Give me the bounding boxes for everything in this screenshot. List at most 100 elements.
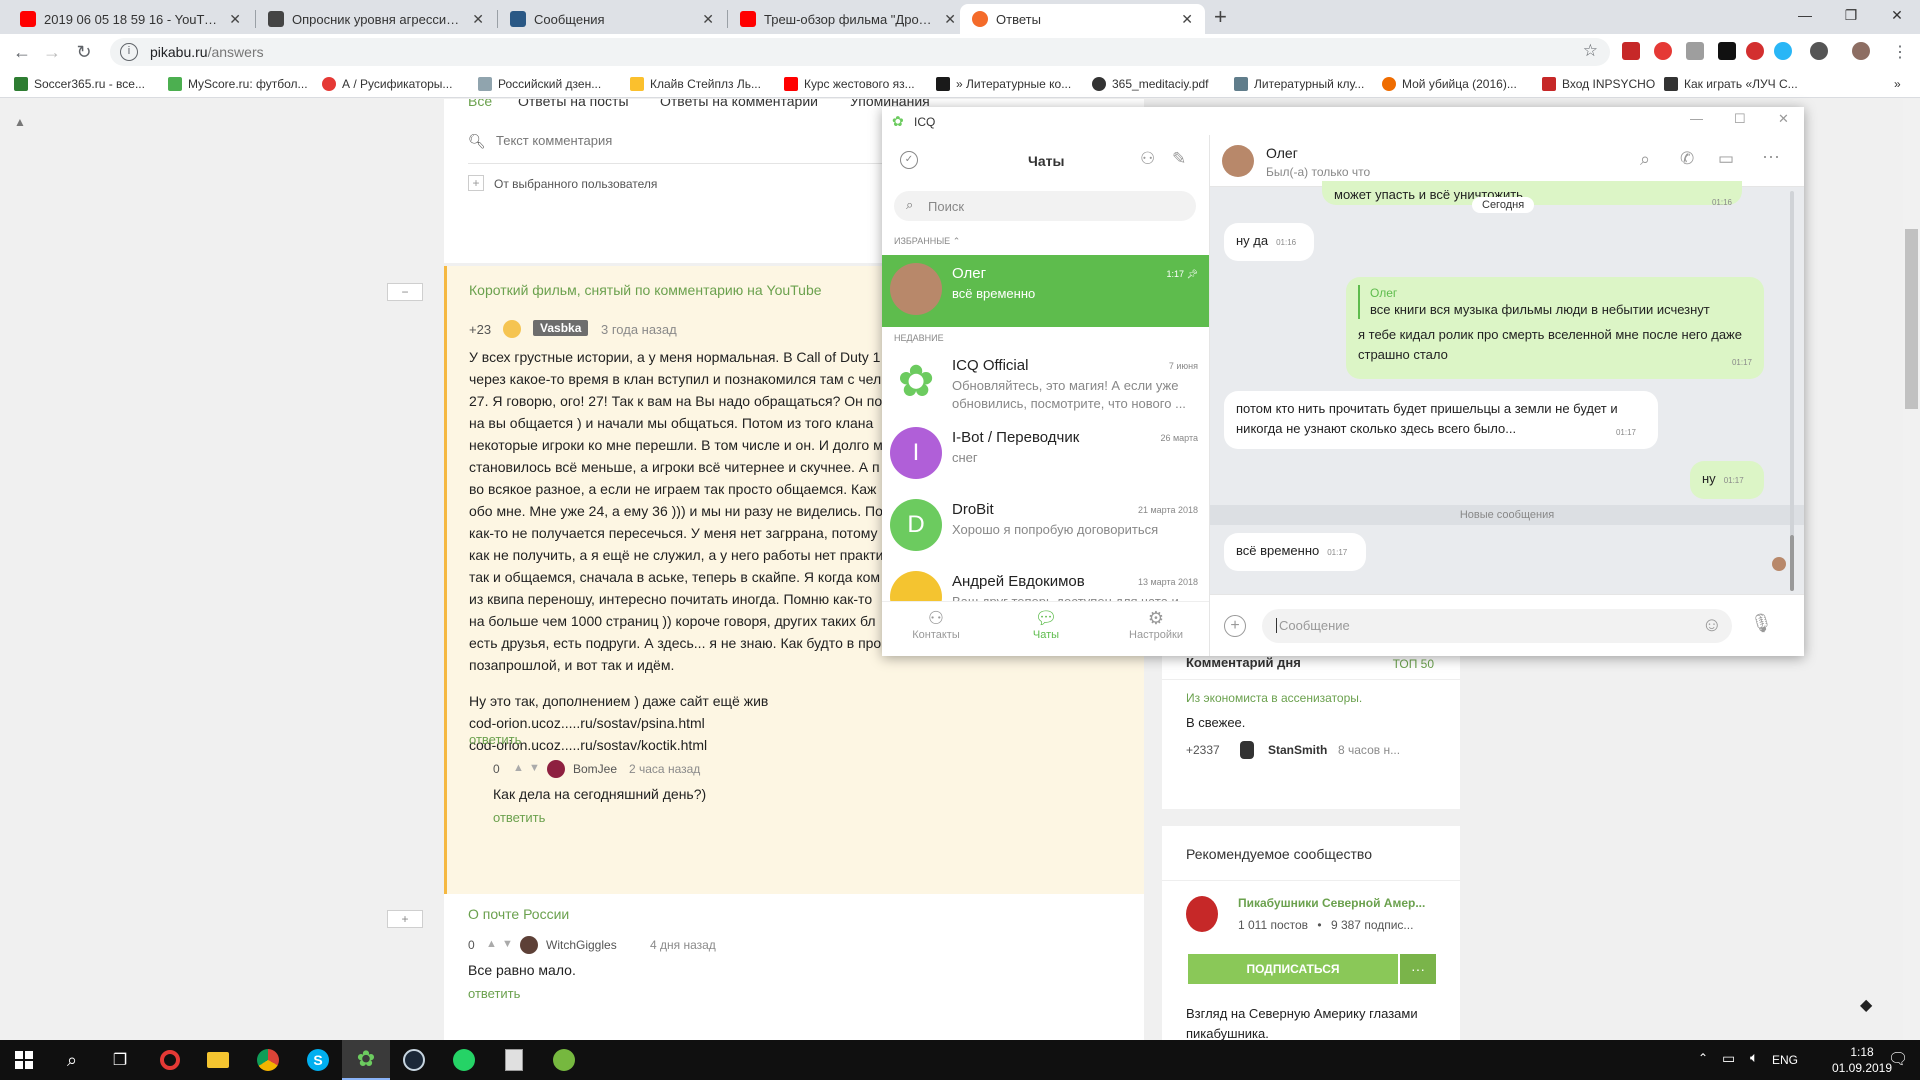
extension-icon[interactable] <box>1654 42 1672 60</box>
browser-tab[interactable]: Треш-обзор фильма "Дрожь Зе ✕ <box>728 4 968 34</box>
check-icon[interactable]: ✓ <box>900 151 918 169</box>
page-scrollbar[interactable] <box>1903 99 1920 1040</box>
tab-all[interactable]: Все <box>468 99 492 109</box>
bookmark[interactable]: Soccer365.ru - все... <box>14 75 145 93</box>
reply-link[interactable]: ответить <box>469 732 521 747</box>
more-icon[interactable]: ⋯ <box>1762 147 1780 168</box>
address-bar[interactable]: i pikabu.ru/answers ☆ <box>110 38 1610 66</box>
maximize-icon[interactable]: ☐ <box>1734 111 1746 127</box>
sub-author[interactable]: BomJee <box>573 762 617 776</box>
video-call-icon[interactable]: ▭ <box>1718 149 1734 169</box>
folder-icon[interactable] <box>194 1040 242 1080</box>
reply-link[interactable]: ответить <box>468 986 520 1001</box>
bookmark[interactable]: MyScore.ru: футбол... <box>168 75 308 93</box>
more-button[interactable]: ··· <box>1400 954 1436 984</box>
extension-icon[interactable] <box>1686 42 1704 60</box>
link[interactable]: cod-orion.ucoz.....ru/sostav/psina.html <box>469 712 889 734</box>
compose-icon[interactable]: ✎ <box>1172 149 1186 169</box>
emoji-icon[interactable]: ☺ <box>1702 614 1722 637</box>
community-name[interactable]: Пикабушники Северной Амер... <box>1238 896 1425 910</box>
close-icon[interactable]: ✕ <box>472 11 484 28</box>
microphone-icon[interactable]: 🎙︎ <box>1750 613 1773 634</box>
browser-tab-active[interactable]: Ответы ✕ <box>960 4 1205 34</box>
extension-icon[interactable] <box>1810 42 1828 60</box>
bookmark[interactable]: » Литературные ко... <box>936 75 1071 93</box>
author-badge[interactable]: Vasbka <box>533 320 589 336</box>
steam-icon[interactable] <box>390 1040 438 1080</box>
cd-post-title[interactable]: Из экономиста в ассенизаторы. <box>1186 691 1362 705</box>
bookmark[interactable]: Мой убийца (2016)... <box>1382 75 1517 93</box>
top50-link[interactable]: ТОП 50 <box>1393 657 1434 671</box>
upvote-icon[interactable]: ▲ <box>513 762 524 774</box>
close-icon[interactable]: ✕ <box>1181 11 1193 28</box>
chat-scrollbar[interactable] <box>1790 191 1794 536</box>
scroll-up-icon[interactable]: ▲ <box>14 115 26 129</box>
close-icon[interactable]: ✕ <box>702 11 714 28</box>
profile-avatar[interactable] <box>1852 42 1870 60</box>
subscribe-button[interactable]: ПОДПИСАТЬСЯ <box>1188 954 1398 984</box>
chat-scroll-thumb[interactable] <box>1790 535 1794 591</box>
tray-expand-icon[interactable]: ⌃ <box>1698 1051 1708 1065</box>
browser-tab[interactable]: Сообщения ✕ <box>498 4 726 34</box>
chat-item[interactable]: ✿ ICQ Official Обновляйтесь, это магия! … <box>882 347 1209 419</box>
chrome-icon[interactable] <box>244 1040 292 1080</box>
post-title[interactable]: Короткий фильм, снятый по комментарию на… <box>469 282 822 298</box>
attach-icon[interactable]: + <box>1224 615 1246 637</box>
cd-author[interactable]: StanSmith <box>1268 743 1327 757</box>
task-view-icon[interactable]: ❐ <box>96 1040 144 1080</box>
message-input[interactable]: Сообщение ☺ <box>1262 609 1732 643</box>
info-icon[interactable]: i <box>120 43 138 61</box>
minimize-icon[interactable]: — <box>1690 111 1703 126</box>
expand-button[interactable]: + <box>387 910 423 928</box>
tab-posts[interactable]: Ответы на посты <box>518 99 629 109</box>
browser-tab[interactable]: 2019 06 05 18 59 16 - YouTube ✕ <box>8 4 253 34</box>
utorrent-icon[interactable] <box>540 1040 588 1080</box>
from-user-filter[interactable]: От выбранного пользователя <box>494 177 657 191</box>
browser-tab[interactable]: Опросник уровня агрессивност ✕ <box>256 4 496 34</box>
downvote-icon[interactable]: ▼ <box>529 762 540 774</box>
reply-link[interactable]: ответить <box>493 810 545 825</box>
clock[interactable]: 1:18 01.09.2019 <box>1830 1044 1894 1076</box>
nav-chats[interactable]: 💬︎ Чаты <box>1012 608 1080 641</box>
bookmark[interactable]: А / Русификаторы... <box>322 75 452 93</box>
tab-comments[interactable]: Ответы на комментарии <box>660 99 818 109</box>
close-icon[interactable]: ✕ <box>229 11 241 28</box>
bookmarks-more[interactable]: » <box>1894 75 1901 93</box>
chat-name[interactable]: Олег <box>1266 145 1298 161</box>
language-indicator[interactable]: ENG <box>1772 1053 1798 1067</box>
collapse-button[interactable]: − <box>387 283 423 301</box>
extension-icon[interactable] <box>1774 42 1792 60</box>
close-window-icon[interactable]: ✕ <box>1874 0 1920 30</box>
call-icon[interactable]: ✆ <box>1680 149 1694 169</box>
notifications-icon[interactable]: 🗨︎ <box>1888 1049 1908 1069</box>
menu-icon[interactable]: ⋮ <box>1892 42 1908 62</box>
notepad-icon[interactable] <box>490 1040 538 1080</box>
bookmark[interactable]: Клайв Стейплз Ль... <box>630 75 761 93</box>
bookmark[interactable]: 365_meditaciy.pdf <box>1092 75 1209 93</box>
link[interactable]: cod-orion.ucoz.....ru/sostav/koctik.html <box>469 734 889 756</box>
paint-bucket-icon[interactable]: ◆ <box>1860 995 1872 1015</box>
search-icon[interactable]: ⌕ <box>1640 149 1650 170</box>
bookmark[interactable]: Курс жестового яз... <box>784 75 915 93</box>
extension-icon[interactable] <box>1718 42 1736 60</box>
add-contact-icon[interactable]: ⚇ <box>1140 149 1155 169</box>
chat-item[interactable]: I I-Bot / Переводчик снег 26 марта <box>882 419 1209 491</box>
plus-icon[interactable]: + <box>468 175 484 191</box>
network-icon[interactable]: ▭ <box>1722 1050 1735 1067</box>
downvote-icon[interactable]: ▼ <box>502 938 513 950</box>
post-title[interactable]: О почте России <box>468 906 569 922</box>
forward-icon[interactable]: → <box>40 40 64 64</box>
bookmark[interactable]: Как играть «ЛУЧ С... <box>1664 75 1798 93</box>
bookmark[interactable]: Российский дзен... <box>478 75 601 93</box>
reload-icon[interactable]: ↻ <box>72 40 96 64</box>
minimize-icon[interactable]: — <box>1782 0 1828 30</box>
extension-icon[interactable] <box>1746 42 1764 60</box>
new-tab-button[interactable]: + <box>1214 4 1227 30</box>
opera-icon[interactable] <box>146 1040 194 1080</box>
whatsapp-icon[interactable] <box>440 1040 488 1080</box>
search-icon[interactable]: ⌕ <box>48 1040 96 1080</box>
volume-icon[interactable]: 🔈︎ <box>1750 1049 1758 1066</box>
upvote-icon[interactable]: ▲ <box>486 938 497 950</box>
nav-settings[interactable]: ⚙ Настройки <box>1116 608 1196 641</box>
close-icon[interactable]: ✕ <box>1778 111 1789 127</box>
